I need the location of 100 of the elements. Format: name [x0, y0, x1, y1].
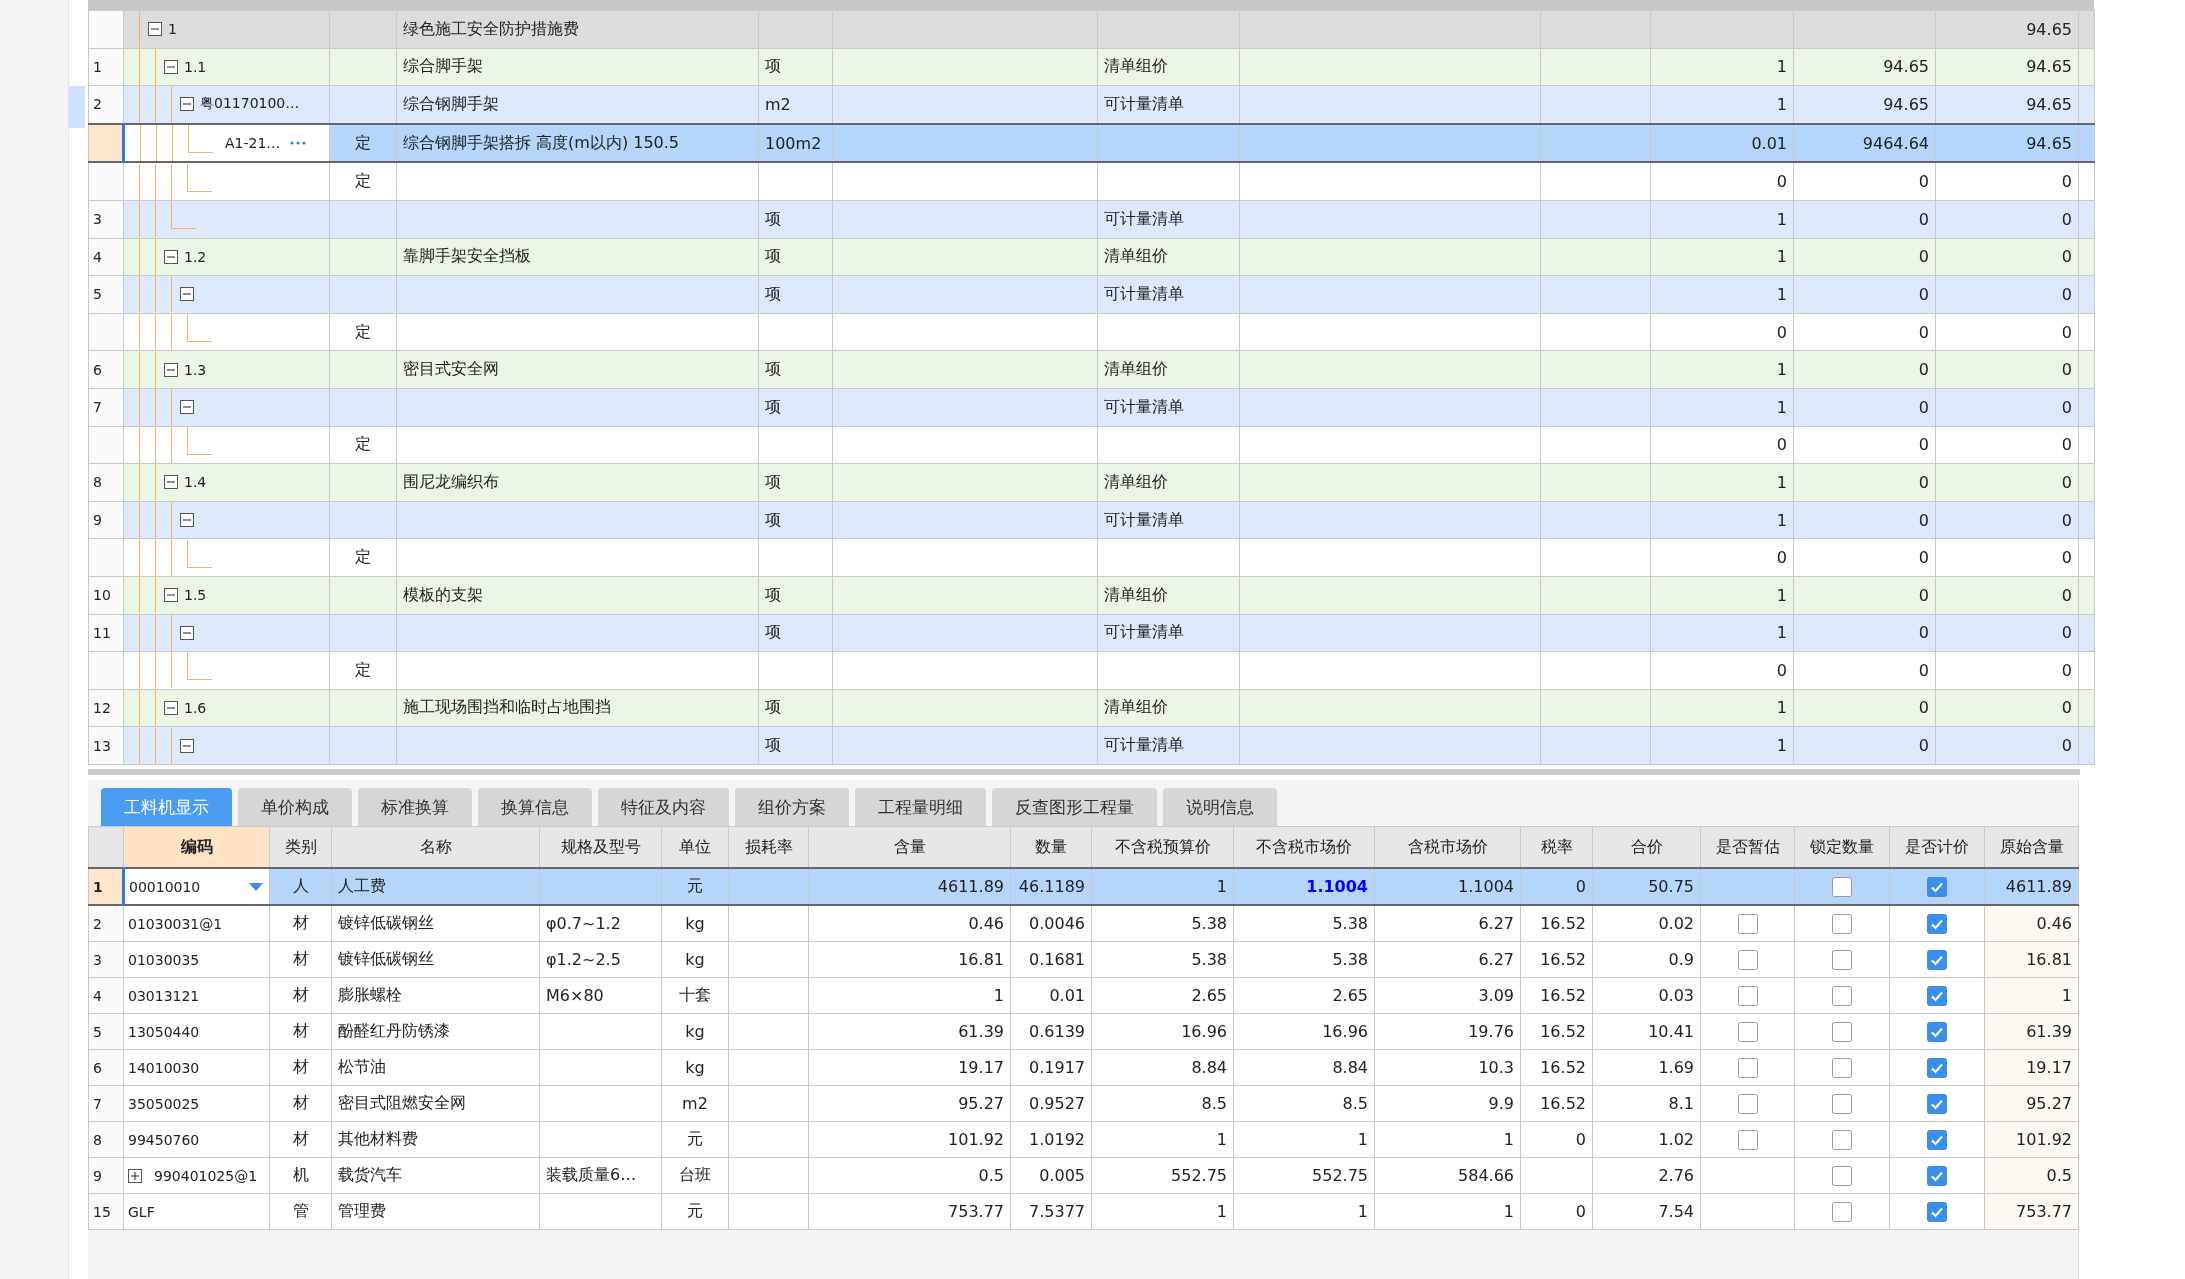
table-row[interactable]: 1 绿色施工安全防护措施费 94.65	[88, 10, 2095, 49]
checkbox[interactable]	[1927, 913, 1947, 934]
table-row[interactable]: 9 项 可计量清单 1 0 0	[88, 501, 2095, 539]
collapse-icon[interactable]	[180, 513, 194, 527]
collapse-icon[interactable]	[180, 738, 194, 753]
collapse-icon[interactable]	[180, 287, 194, 302]
table-row[interactable]: 定 0 0 0	[88, 426, 2095, 464]
tab[interactable]: 单价构成	[238, 788, 352, 826]
table-row[interactable]: 4 03013121 材 膨胀螺栓 M6×80 十套 1 0.01 2.65 2.65 3.09 16.52 0.03 1	[88, 977, 2079, 1014]
column-header[interactable]: 锁定数量	[1794, 826, 1890, 868]
table-row[interactable]: 10 1.5 模板的支架 项 清单组价 1 0 0	[88, 576, 2095, 614]
table-row[interactable]: 7 35050025 材 密目式阻燃安全网 m2 95.27 0.9527 8.5 8.5 9.9 16.52 8.1 95.27	[88, 1085, 2079, 1122]
checkbox[interactable]	[1832, 876, 1852, 897]
table-row[interactable]: 8 1.4 围尼龙编织布 项 清单组价 1 0 0	[88, 463, 2095, 502]
table-row[interactable]: 5 项 可计量清单 1 0 0	[88, 275, 2095, 314]
checkbox[interactable]	[1832, 1021, 1852, 1042]
table-row[interactable]: 8 99450760 材 其他材料费 元 101.92 1.0192 1 1 1 0 1.02 101.92	[88, 1121, 2079, 1158]
table-row[interactable]: 4 1.2 靠脚手架安全挡板 项 清单组价 1 0 0	[88, 238, 2095, 276]
table-row[interactable]: 1 00010010 人 人工费 元 4611.89 46.1189 1 1.1004 1.1004 0 50.75 4611.89	[88, 868, 2079, 905]
column-header[interactable]: 含税市场价	[1374, 826, 1521, 868]
table-row[interactable]: 6 14010030 材 松节油 kg 19.17 0.1917 8.84 8.84 10.3 16.52 1.69 19.17	[88, 1049, 2079, 1086]
table-row[interactable]: 6 1.3 密目式安全网 项 清单组价 1 0 0	[88, 350, 2095, 389]
collapse-icon[interactable]	[148, 22, 162, 37]
checkbox[interactable]	[1927, 1057, 1947, 1078]
scrollbar[interactable]	[88, 768, 2080, 775]
collapse-icon[interactable]	[164, 59, 178, 74]
column-header[interactable]: 规格及型号	[539, 826, 662, 868]
tab[interactable]: 反查图形工程量	[992, 788, 1157, 826]
table-row[interactable]: 3 项 可计量清单 1 0 0	[88, 200, 2095, 239]
collapse-icon[interactable]	[180, 400, 194, 415]
column-header[interactable]: 名称	[331, 826, 540, 868]
tab[interactable]: 标准换算	[358, 788, 472, 826]
collapse-icon[interactable]	[180, 625, 194, 640]
table-row[interactable]: 定 0 0 0	[88, 162, 2095, 201]
collapse-icon[interactable]	[180, 97, 194, 112]
checkbox[interactable]	[1737, 1057, 1758, 1078]
checkbox[interactable]	[1737, 985, 1758, 1006]
column-header[interactable]: 是否计价	[1889, 826, 1985, 868]
table-row[interactable]: 1 1.1 综合脚手架 项 清单组价 1 94.65 94.65	[88, 48, 2095, 86]
collapse-icon[interactable]	[164, 588, 178, 603]
column-header[interactable]: 合价	[1592, 826, 1701, 868]
more-icon[interactable]	[290, 141, 307, 146]
checkbox[interactable]	[1927, 876, 1947, 897]
checkbox[interactable]	[1737, 1021, 1758, 1042]
tab[interactable]: 组价方案	[735, 788, 849, 826]
checkbox[interactable]	[1832, 1057, 1852, 1078]
collapse-icon[interactable]	[164, 249, 178, 264]
checkbox[interactable]	[1737, 913, 1758, 934]
table-row[interactable]: 2 粤01170100… 综合钢脚手架 m2 可计量清单 1 94.65 94.65	[88, 85, 2095, 124]
checkbox[interactable]	[1832, 913, 1852, 934]
table-row[interactable]: 15 GLF 管 管理费 元 753.77 7.5377 1 1 1 0 7.54 753.77	[88, 1193, 2079, 1230]
column-header[interactable]: 不含税市场价	[1233, 826, 1375, 868]
checkbox[interactable]	[1927, 1165, 1947, 1186]
table-row[interactable]: 3 01030035 材 镀锌低碳钢丝 φ1.2~2.5 kg 16.81 0.1681 5.38 5.38 6.27 16.52 0.9 16.81	[88, 941, 2079, 978]
column-header[interactable]: 原始含量	[1984, 826, 2079, 868]
tab[interactable]: 说明信息	[1163, 788, 1277, 826]
table-row[interactable]: 11 项 可计量清单 1 0 0	[88, 614, 2095, 652]
table-row[interactable]: 5 13050440 材 酚醛红丹防锈漆 kg 61.39 0.6139 16.96 16.96 19.76 16.52 10.41 61.39	[88, 1013, 2079, 1050]
column-header[interactable]: 类别	[269, 826, 332, 868]
table-row[interactable]: 定 0 0 0	[88, 538, 2095, 577]
checkbox[interactable]	[1832, 1165, 1852, 1186]
column-header[interactable]: 含量	[808, 826, 1011, 868]
expand-icon[interactable]	[128, 1168, 142, 1183]
checkbox[interactable]	[1832, 985, 1852, 1006]
table-row[interactable]: 7 项 可计量清单 1 0 0	[88, 388, 2095, 427]
table-row[interactable]: A1-21… 定 综合钢脚手架搭拆 高度(m以内) 150.5 100m2 0.01 9464.64 94.65	[88, 123, 2095, 163]
table-row[interactable]: 13 项 可计量清单 1 0 0	[88, 726, 2095, 765]
table-row[interactable]: 12 1.6 施工现场围挡和临时占地围挡 项 清单组价 1 0 0	[88, 689, 2095, 727]
table-cell: 可计量清单	[1104, 208, 1184, 228]
collapse-icon[interactable]	[164, 475, 178, 490]
tab[interactable]: 换算信息	[478, 788, 592, 826]
checkbox[interactable]	[1927, 1093, 1947, 1114]
checkbox[interactable]	[1832, 1093, 1852, 1114]
checkbox[interactable]	[1927, 985, 1947, 1006]
column-header[interactable]: 不含税预算价	[1091, 826, 1234, 868]
checkbox[interactable]	[1927, 1129, 1947, 1150]
checkbox[interactable]	[1737, 949, 1758, 970]
checkbox[interactable]	[1737, 1093, 1758, 1114]
table-row[interactable]: 9 990401025@1 机 载货汽车 装载质量6… 台班 0.5 0.005 552.75 552.75 584.66 2.76 0.5	[88, 1157, 2079, 1194]
tab[interactable]: 工程量明细	[855, 788, 986, 826]
column-header[interactable]: 税率	[1520, 826, 1593, 868]
column-header[interactable]: 数量	[1010, 826, 1092, 868]
checkbox[interactable]	[1927, 1021, 1947, 1042]
column-header[interactable]: 编码	[123, 826, 270, 868]
checkbox[interactable]	[1832, 949, 1852, 970]
tab[interactable]: 特征及内容	[598, 788, 729, 826]
table-row[interactable]: 定 0 0 0	[88, 313, 2095, 351]
checkbox[interactable]	[1927, 1201, 1947, 1222]
checkbox[interactable]	[1927, 949, 1947, 970]
dropdown-caret-icon[interactable]	[249, 882, 263, 891]
collapse-icon[interactable]	[164, 362, 178, 377]
column-header[interactable]: 单位	[661, 826, 729, 868]
table-row[interactable]: 定 0 0 0	[88, 651, 2095, 690]
collapse-icon[interactable]	[164, 701, 178, 715]
checkbox[interactable]	[1832, 1201, 1852, 1222]
column-header[interactable]: 损耗率	[728, 826, 809, 868]
table-row[interactable]: 2 01030031@1 材 镀锌低碳钢丝 φ0.7~1.2 kg 0.46 0.0046 5.38 5.38 6.27 16.52 0.02 0.46	[88, 905, 2079, 942]
checkbox[interactable]	[1832, 1129, 1852, 1150]
checkbox[interactable]	[1737, 1129, 1758, 1150]
column-header[interactable]: 是否暂估	[1700, 826, 1795, 868]
